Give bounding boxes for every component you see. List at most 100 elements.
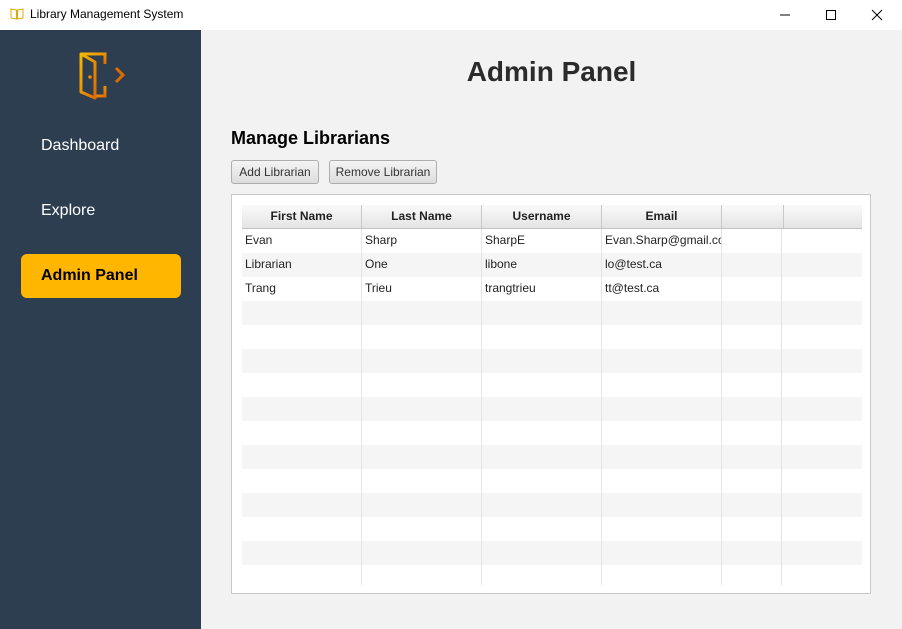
cell-username: libone: [482, 253, 602, 277]
empty-cell: [242, 469, 362, 493]
maximize-icon: [826, 10, 836, 20]
empty-cell: [482, 421, 602, 445]
cell-first-name: Evan: [242, 229, 362, 253]
empty-cell: [722, 301, 782, 325]
table-row[interactable]: Librarian One libone lo@test.ca: [242, 253, 862, 277]
cell-last-name: Sharp: [362, 229, 482, 253]
empty-cell: [242, 397, 362, 421]
empty-table-row: [242, 325, 862, 349]
empty-cell: [722, 517, 782, 541]
empty-table-row: [242, 445, 862, 469]
empty-table-row: [242, 517, 862, 541]
empty-cell: [242, 373, 362, 397]
empty-cell: [362, 301, 482, 325]
empty-cell: [602, 565, 722, 585]
remove-librarian-button[interactable]: Remove Librarian: [329, 160, 437, 184]
column-header-username[interactable]: Username: [482, 205, 602, 228]
empty-cell: [482, 541, 602, 565]
empty-table-row: [242, 373, 862, 397]
empty-cell: [722, 565, 782, 585]
empty-cell: [602, 469, 722, 493]
empty-cell: [362, 397, 482, 421]
sidebar-item-dashboard[interactable]: Dashboard: [21, 124, 181, 168]
empty-cell: [362, 349, 482, 373]
empty-cell: [242, 301, 362, 325]
empty-cell: [482, 349, 602, 373]
empty-cell: [362, 565, 482, 585]
empty-cell: [482, 325, 602, 349]
table-row[interactable]: Trang Trieu trangtrieu tt@test.ca: [242, 277, 862, 301]
empty-cell: [482, 565, 602, 585]
empty-cell: [602, 493, 722, 517]
empty-cell: [362, 493, 482, 517]
minimize-icon: [780, 14, 790, 16]
close-button[interactable]: [854, 0, 900, 30]
empty-cell: [482, 493, 602, 517]
column-header-email[interactable]: Email: [602, 205, 722, 228]
empty-cell: [362, 517, 482, 541]
empty-cell: [242, 421, 362, 445]
sidebar-item-explore[interactable]: Explore: [21, 189, 181, 233]
add-librarian-button[interactable]: Add Librarian: [231, 160, 319, 184]
table-header: First Name Last Name Username Email: [242, 205, 862, 229]
empty-cell: [602, 301, 722, 325]
empty-cell: [722, 421, 782, 445]
empty-cell: [722, 445, 782, 469]
maximize-button[interactable]: [808, 0, 854, 30]
cell-email: lo@test.ca: [602, 253, 722, 277]
empty-cell: [602, 325, 722, 349]
book-icon: [10, 8, 24, 20]
empty-cell: [722, 469, 782, 493]
empty-cell: [362, 325, 482, 349]
cell-filler: [722, 277, 782, 301]
empty-rows: [242, 301, 862, 585]
empty-cell: [602, 349, 722, 373]
empty-cell: [362, 541, 482, 565]
empty-cell: [362, 445, 482, 469]
title-bar: Library Management System: [0, 0, 902, 30]
empty-cell: [722, 493, 782, 517]
empty-table-row: [242, 469, 862, 493]
empty-table-row: [242, 397, 862, 421]
empty-cell: [362, 469, 482, 493]
librarians-table-panel: First Name Last Name Username Email Evan…: [231, 194, 871, 594]
column-header-last-name[interactable]: Last Name: [362, 205, 482, 228]
cell-username: trangtrieu: [482, 277, 602, 301]
column-header-filler: [722, 205, 784, 228]
column-header-first-name[interactable]: First Name: [242, 205, 362, 228]
cell-first-name: Librarian: [242, 253, 362, 277]
cell-username: SharpE: [482, 229, 602, 253]
logout-door-icon[interactable]: [75, 50, 127, 102]
cell-email: Evan.Sharp@gmail.com: [602, 229, 722, 253]
sidebar-item-admin-panel[interactable]: Admin Panel: [21, 254, 181, 298]
table-row[interactable]: Evan Sharp SharpE Evan.Sharp@gmail.com: [242, 229, 862, 253]
empty-cell: [482, 373, 602, 397]
cell-filler: [722, 253, 782, 277]
empty-cell: [602, 397, 722, 421]
empty-cell: [722, 373, 782, 397]
empty-cell: [362, 373, 482, 397]
empty-cell: [602, 421, 722, 445]
window-title: Library Management System: [30, 7, 184, 21]
cell-last-name: Trieu: [362, 277, 482, 301]
page-title: Admin Panel: [466, 56, 637, 87]
empty-table-row: [242, 541, 862, 565]
minimize-button[interactable]: [762, 0, 808, 30]
empty-cell: [482, 301, 602, 325]
empty-cell: [482, 517, 602, 541]
empty-table-row: [242, 349, 862, 373]
empty-cell: [242, 493, 362, 517]
empty-cell: [722, 325, 782, 349]
empty-cell: [482, 469, 602, 493]
empty-cell: [722, 541, 782, 565]
empty-cell: [242, 445, 362, 469]
empty-cell: [602, 445, 722, 469]
librarians-table[interactable]: First Name Last Name Username Email Evan…: [242, 205, 862, 585]
empty-cell: [482, 397, 602, 421]
empty-cell: [482, 445, 602, 469]
empty-table-row: [242, 493, 862, 517]
empty-cell: [362, 421, 482, 445]
cell-filler: [722, 229, 782, 253]
main-content: Admin Panel Manage Librarians Add Librar…: [201, 30, 902, 629]
empty-cell: [242, 325, 362, 349]
